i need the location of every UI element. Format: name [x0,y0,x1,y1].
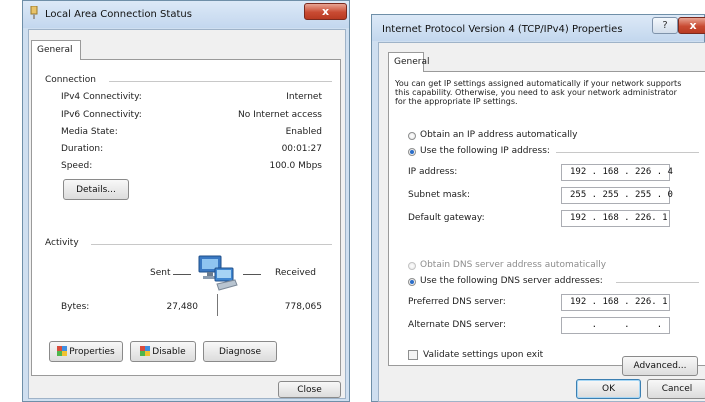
ip-group-line [556,152,699,153]
use-following-ip-label[interactable]: Use the following IP address: [420,146,550,156]
status-general-panel [31,59,341,376]
help-icon: ? [662,20,668,31]
tab-general[interactable]: General [388,52,429,72]
subnet-mask-input[interactable]: 255 . 255 . 255 . 0 [561,187,673,204]
ipv4-properties-window: Internet Protocol Version 4 (TCP/IPv4) P… [371,14,705,402]
dns-group-line [616,282,699,283]
diagnose-button[interactable]: Diagnose [203,341,277,362]
connection-divider [109,81,332,82]
connection-group-label: Connection [45,75,96,85]
ipv4-dialog-body: General You can get IP settings assigned… [378,42,705,402]
use-following-dns-label[interactable]: Use the following DNS server addresses: [420,276,603,286]
use-following-dns-radio[interactable] [408,278,416,286]
tab-general[interactable]: General [31,40,81,60]
alternate-dns-label: Alternate DNS server: [408,320,507,330]
ipv4-connectivity-label: IPv4 Connectivity: [61,92,142,102]
obtain-ip-auto-radio[interactable] [408,132,416,140]
activity-divider [91,244,332,245]
subnet-mask-label: Subnet mask: [408,190,470,200]
help-button[interactable]: ? [652,17,678,34]
disable-button[interactable]: Disable [130,341,196,362]
media-state-value: Enabled [285,127,322,137]
preferred-dns-input[interactable]: 192 . 168 . 226. 1 [561,294,670,311]
status-close-x-button[interactable]: x [304,3,347,20]
ok-button[interactable]: OK [576,379,641,399]
default-gateway-label: Default gateway: [408,213,485,223]
bytes-sent-value: 27,480 [166,302,199,312]
ipv4-close-x-button[interactable]: x [678,17,705,34]
obtain-dns-auto-radio[interactable] [408,262,416,270]
properties-button-label: Properties [69,347,115,357]
obtain-dns-auto-label[interactable]: Obtain DNS server address automatically [420,260,606,270]
network-computers-icon [198,255,238,291]
description-line-2: this capability. Otherwise, you need to … [395,88,677,97]
ipv4-window-title: Internet Protocol Version 4 (TCP/IPv4) P… [382,24,623,35]
ip-address-label: IP address: [408,167,458,177]
ipv4-connectivity-value: Internet [286,92,322,102]
uac-shield-icon [140,346,151,356]
received-label: Received [275,268,316,278]
default-gateway-input[interactable]: 192 . 168 . 226. 1 [561,210,670,227]
status-window-title: Local Area Connection Status [45,9,192,20]
speed-value: 100.0 Mbps [269,161,322,171]
status-dialog-body: General Connection IPv4 Connectivity: In… [28,29,346,399]
duration-value: 00:01:27 [281,144,322,154]
status-window: Local Area Connection Status x General C… [22,0,350,402]
media-state-label: Media State: [61,127,118,137]
received-line [243,274,261,275]
ip-address-input[interactable]: 192 . 168 . 226 . 4 [561,164,673,181]
preferred-dns-label: Preferred DNS server: [408,297,506,307]
ipv6-connectivity-value: No Internet access [237,110,322,120]
activity-group-label: Activity [45,238,79,248]
details-button[interactable]: Details... [63,179,129,200]
sent-line [173,274,191,275]
uac-shield-icon [57,346,68,356]
disable-button-label: Disable [152,347,186,357]
close-button[interactable]: Close [278,381,341,398]
close-icon: x [321,5,330,18]
alternate-dns-input[interactable]: . . . [561,317,670,334]
bytes-received-value: 778,065 [284,302,322,312]
activity-separator [217,294,218,316]
speed-label: Speed: [61,161,93,171]
obtain-ip-auto-label[interactable]: Obtain an IP address automatically [420,130,578,140]
validate-settings-label[interactable]: Validate settings upon exit [423,350,543,360]
close-icon: x [689,19,697,32]
duration-label: Duration: [61,144,104,154]
use-following-ip-radio[interactable] [408,148,416,156]
description-line-1: You can get IP settings assigned automat… [395,79,682,88]
advanced-button[interactable]: Advanced... [622,356,698,376]
properties-button[interactable]: Properties [49,341,123,362]
bytes-label: Bytes: [61,302,90,312]
ipv6-connectivity-label: IPv6 Connectivity: [61,110,142,120]
validate-settings-checkbox[interactable] [408,350,418,360]
description-line-3: for the appropriate IP settings. [395,97,518,106]
network-adapter-icon [30,6,38,19]
cancel-button[interactable]: Cancel [647,379,705,399]
sent-label: Sent [150,268,171,278]
